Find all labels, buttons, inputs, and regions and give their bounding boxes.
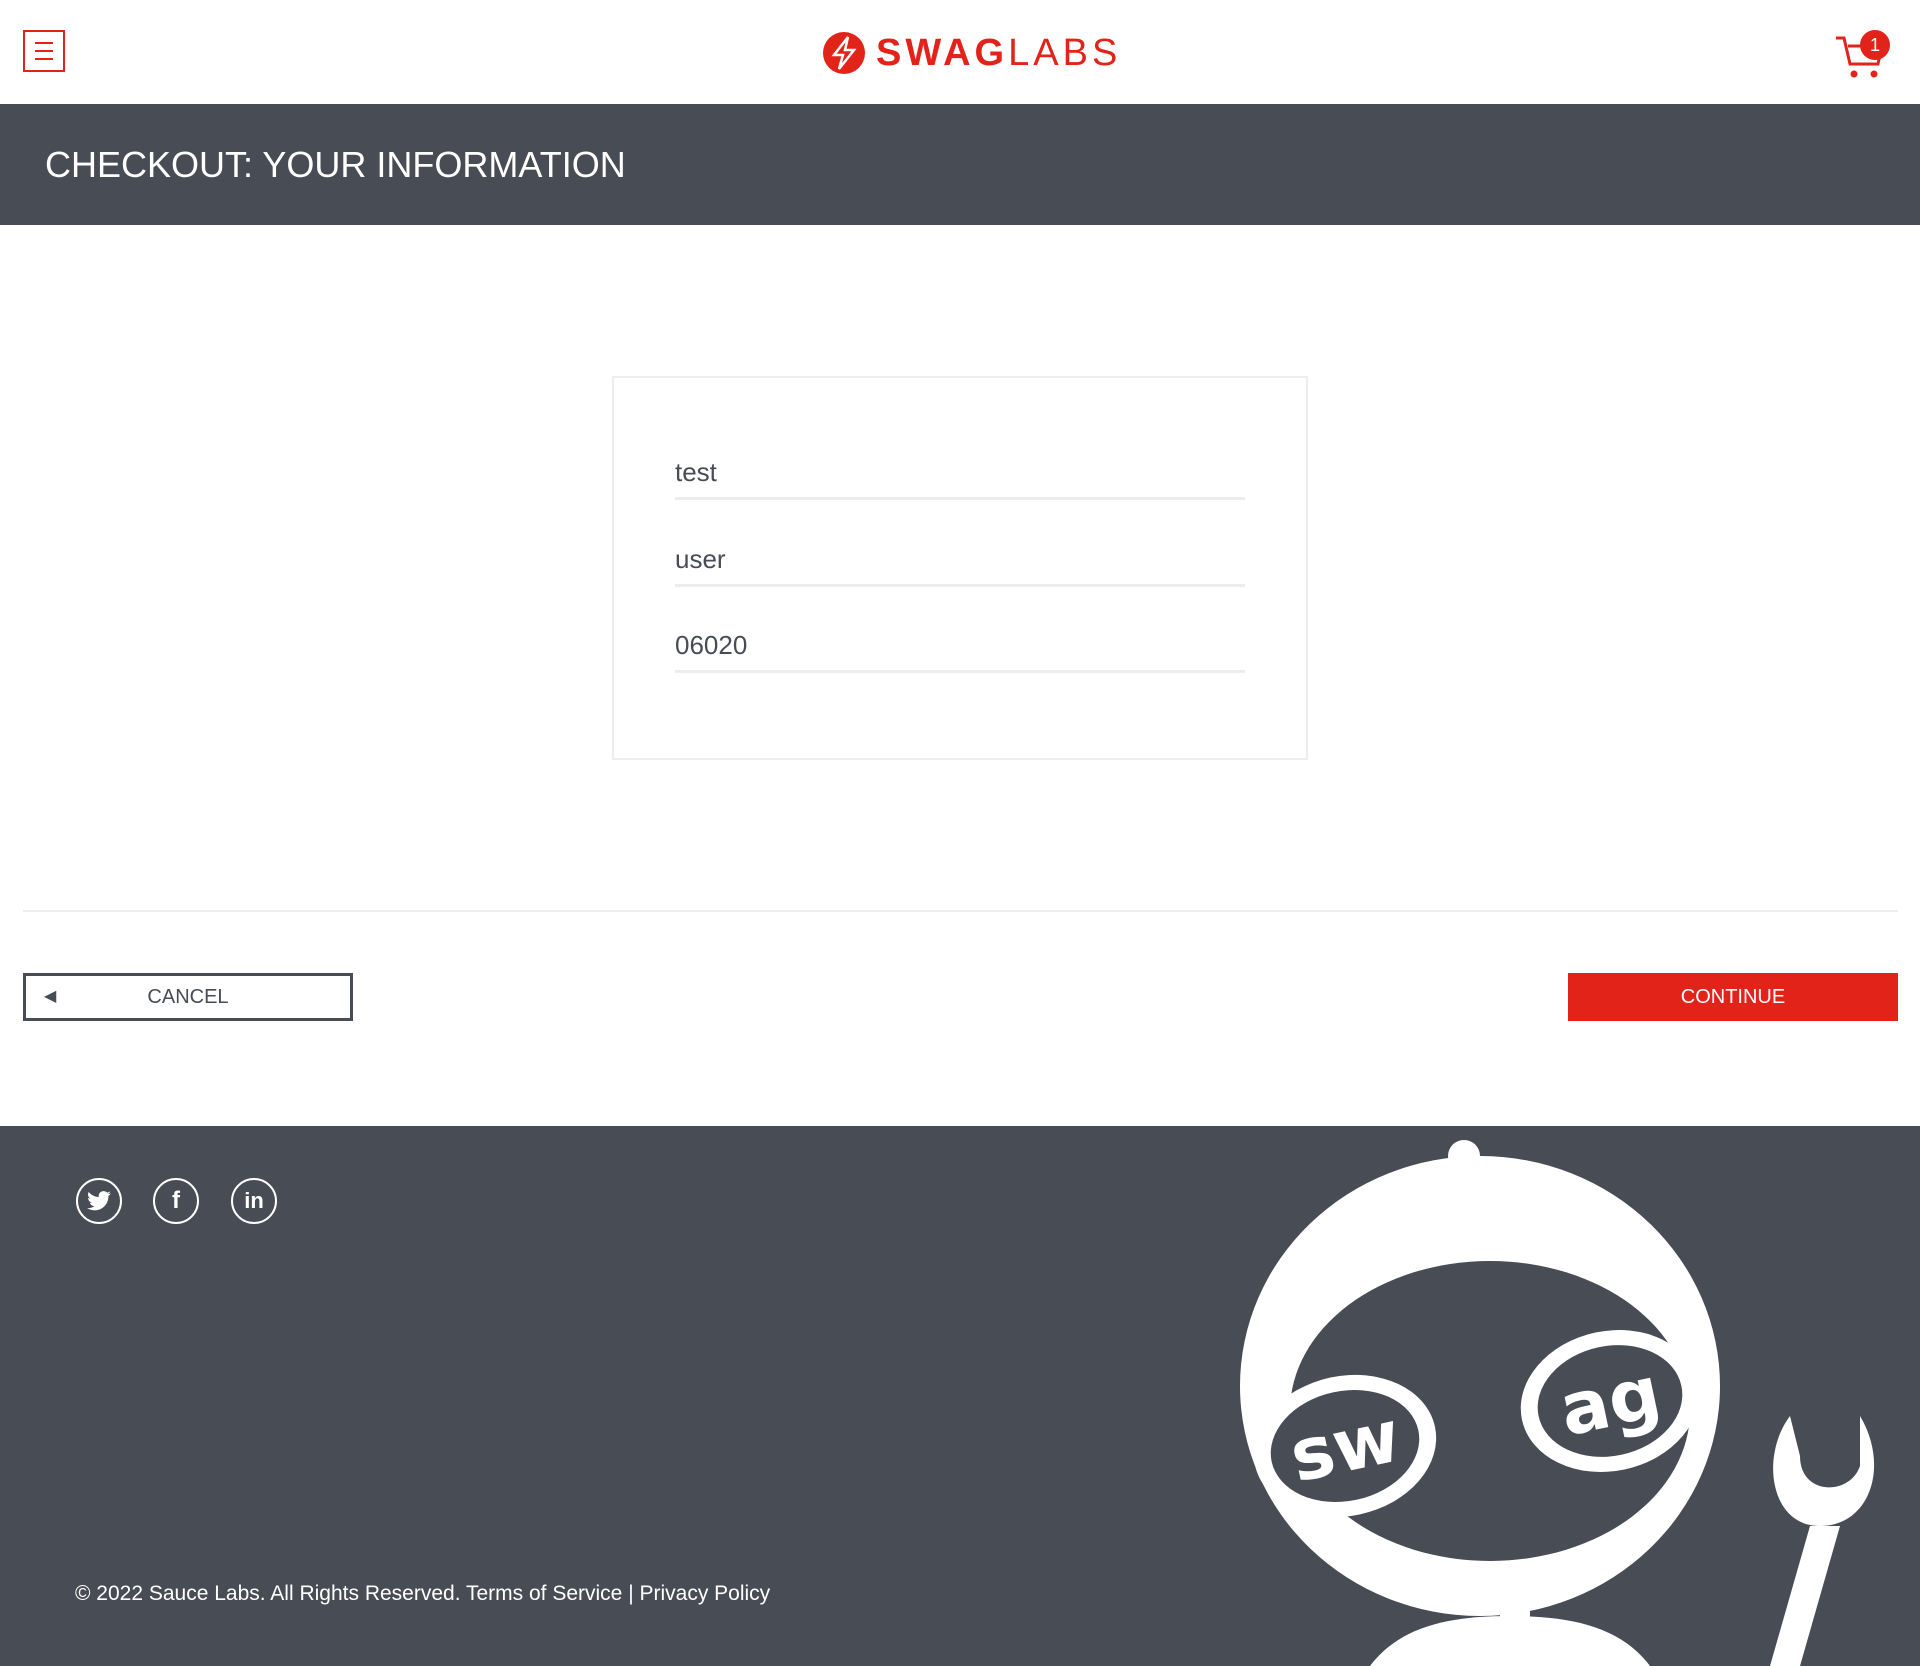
cancel-label: CANCEL	[147, 986, 229, 1008]
twitter-icon[interactable]	[76, 1178, 122, 1224]
facebook-icon[interactable]: f	[153, 1178, 199, 1224]
menu-button[interactable]	[23, 30, 65, 72]
logo-text: SWAGLABS	[876, 32, 1121, 75]
page-title: CHECKOUT: YOUR INFORMATION	[45, 144, 626, 185]
copyright-text: © 2022 Sauce Labs. All Rights Reserved. …	[75, 1582, 771, 1605]
logo-bold: SWAG	[876, 31, 1009, 74]
cart-badge: 1	[1860, 30, 1890, 60]
hamburger-line	[35, 50, 53, 52]
app-logo: SWAGLABS	[822, 30, 1121, 76]
footer: f in © 2022 Sauce Labs. All Rights Reser…	[0, 1126, 1920, 1666]
postal-code-input[interactable]	[675, 620, 1245, 673]
page-title-bar: CHECKOUT: YOUR INFORMATION	[0, 104, 1920, 225]
hamburger-line	[35, 58, 53, 60]
linkedin-icon[interactable]: in	[231, 1178, 277, 1224]
first-name-input[interactable]	[675, 447, 1245, 500]
last-name-input[interactable]	[675, 534, 1245, 587]
divider	[23, 910, 1898, 912]
lightning-bolt-logo-icon	[823, 32, 865, 74]
back-arrow-icon: ◀	[44, 988, 57, 1005]
logo-light: LABS	[1008, 31, 1122, 74]
app-header: SWAGLABS 1	[0, 0, 1920, 104]
continue-button[interactable]: CONTINUE	[1568, 973, 1898, 1021]
cancel-button[interactable]: ◀ CANCEL	[23, 973, 353, 1021]
swag-robot-mascot: sw ag	[1240, 1140, 1875, 1666]
hamburger-menu-icon	[35, 42, 53, 44]
